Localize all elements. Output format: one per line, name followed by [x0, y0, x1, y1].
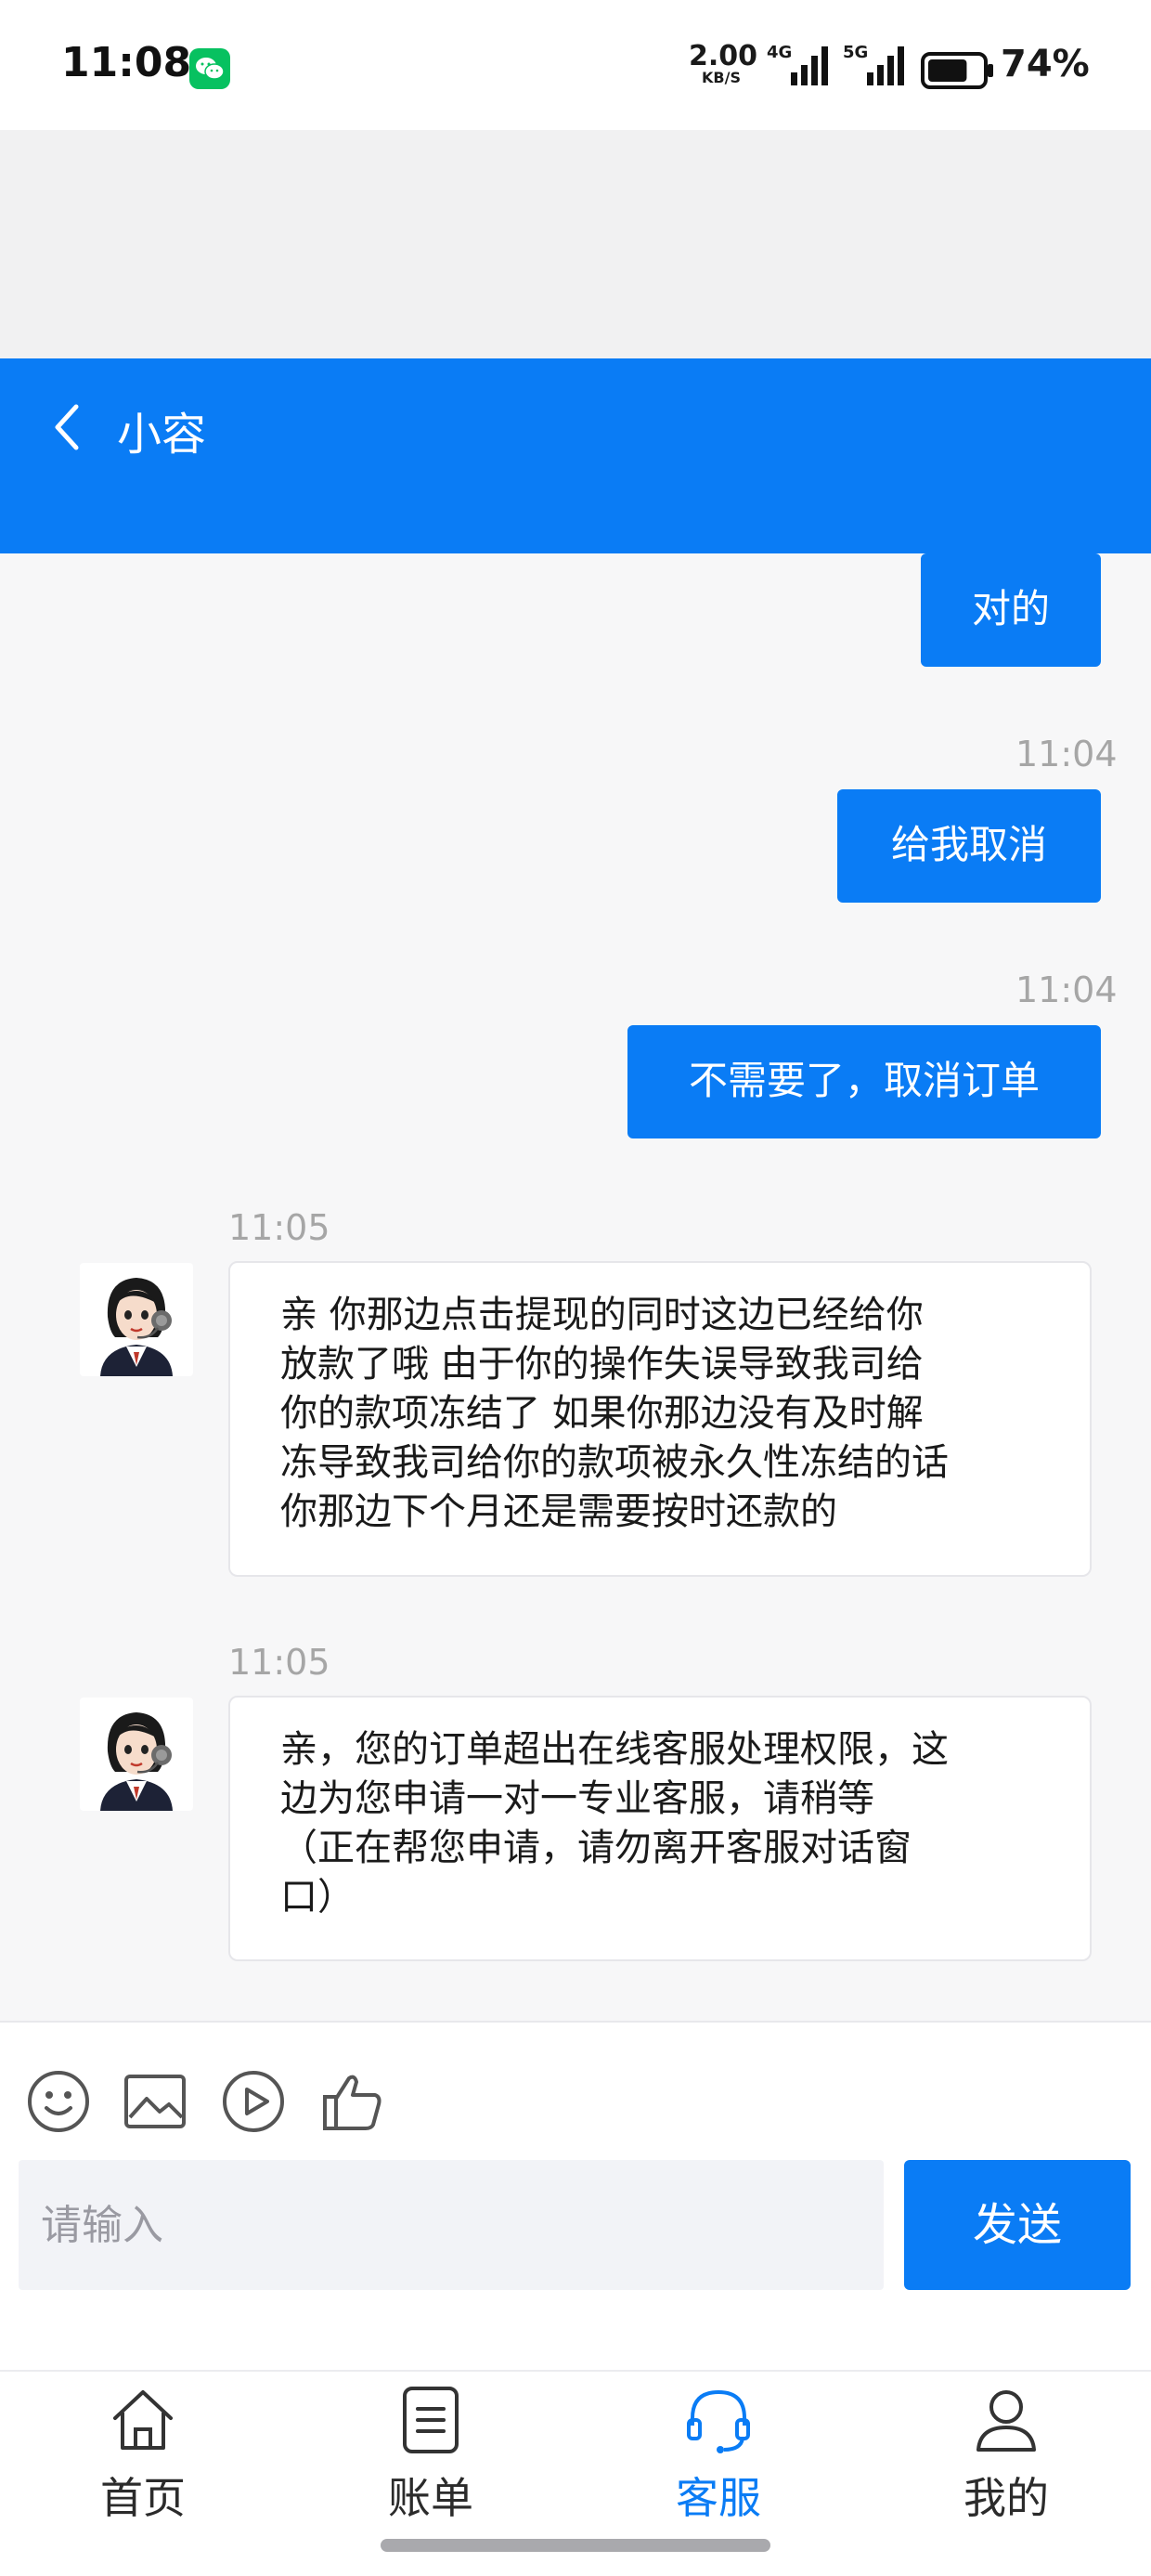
headset-icon	[687, 2389, 750, 2453]
tab-me[interactable]: 我的	[913, 2385, 1099, 2526]
image-icon[interactable]	[123, 2069, 188, 2134]
tab-label: 账单	[388, 2473, 473, 2523]
agent-avatar[interactable]	[80, 1263, 193, 1376]
home-indicator[interactable]	[381, 2539, 770, 2552]
battery-percent: 74%	[1001, 43, 1090, 85]
message-timestamp: 11:05	[228, 1207, 330, 1248]
message-bubble-me: 给我取消	[837, 789, 1101, 903]
agent-avatar[interactable]	[80, 1698, 193, 1811]
tab-label: 我的	[963, 2473, 1049, 2523]
home-icon	[113, 2390, 173, 2450]
message-bubble-me: 对的	[921, 553, 1101, 667]
message-bubble-agent: 亲，您的订单超出在线客服处理权限，这 边为您申请一对一专业客服，请稍等 （正在帮…	[228, 1696, 1092, 1961]
message-input[interactable]	[19, 2160, 884, 2290]
emoji-icon[interactable]	[26, 2069, 91, 2134]
wechat-icon	[189, 48, 230, 89]
signal-5g-icon: 5G	[843, 43, 910, 91]
thumbs-up-icon[interactable]	[319, 2069, 384, 2134]
back-icon[interactable]	[50, 399, 87, 459]
tab-bill[interactable]: 账单	[338, 2385, 524, 2526]
video-icon[interactable]	[221, 2069, 286, 2134]
user-icon	[976, 2390, 1036, 2452]
battery-icon	[921, 52, 995, 93]
message-timestamp: 11:04	[1015, 969, 1118, 1010]
message-bubble-agent: 亲 你那边点击提现的同时这边已经给你 放款了哦 由于你的操作失误导致我司给 你的…	[228, 1261, 1092, 1577]
status-time: 11:08	[61, 39, 192, 86]
message-bubble-me: 不需要了，取消订单	[627, 1025, 1101, 1138]
bill-icon	[403, 2387, 459, 2453]
tab-customer-service[interactable]: 客服	[626, 2385, 811, 2526]
tab-label: 首页	[100, 2473, 186, 2523]
chat-title: 小容	[117, 409, 207, 461]
network-speed: 2.00 KB/S	[689, 40, 758, 86]
message-timestamp: 11:05	[228, 1642, 330, 1683]
tab-label: 客服	[676, 2473, 761, 2523]
blank-band	[0, 130, 1151, 358]
status-bar: 11:08 2.00 KB/S 4G 5G 74%	[0, 0, 1151, 130]
chat-area[interactable]: 对的 11:04 给我取消 11:04 不需要了，取消订单 11:05 亲 你那…	[0, 553, 1151, 2021]
signal-4g-icon: 4G	[767, 43, 834, 91]
send-button[interactable]: 发送	[904, 2160, 1131, 2290]
message-timestamp: 11:04	[1015, 734, 1118, 774]
tab-home[interactable]: 首页	[50, 2385, 236, 2526]
